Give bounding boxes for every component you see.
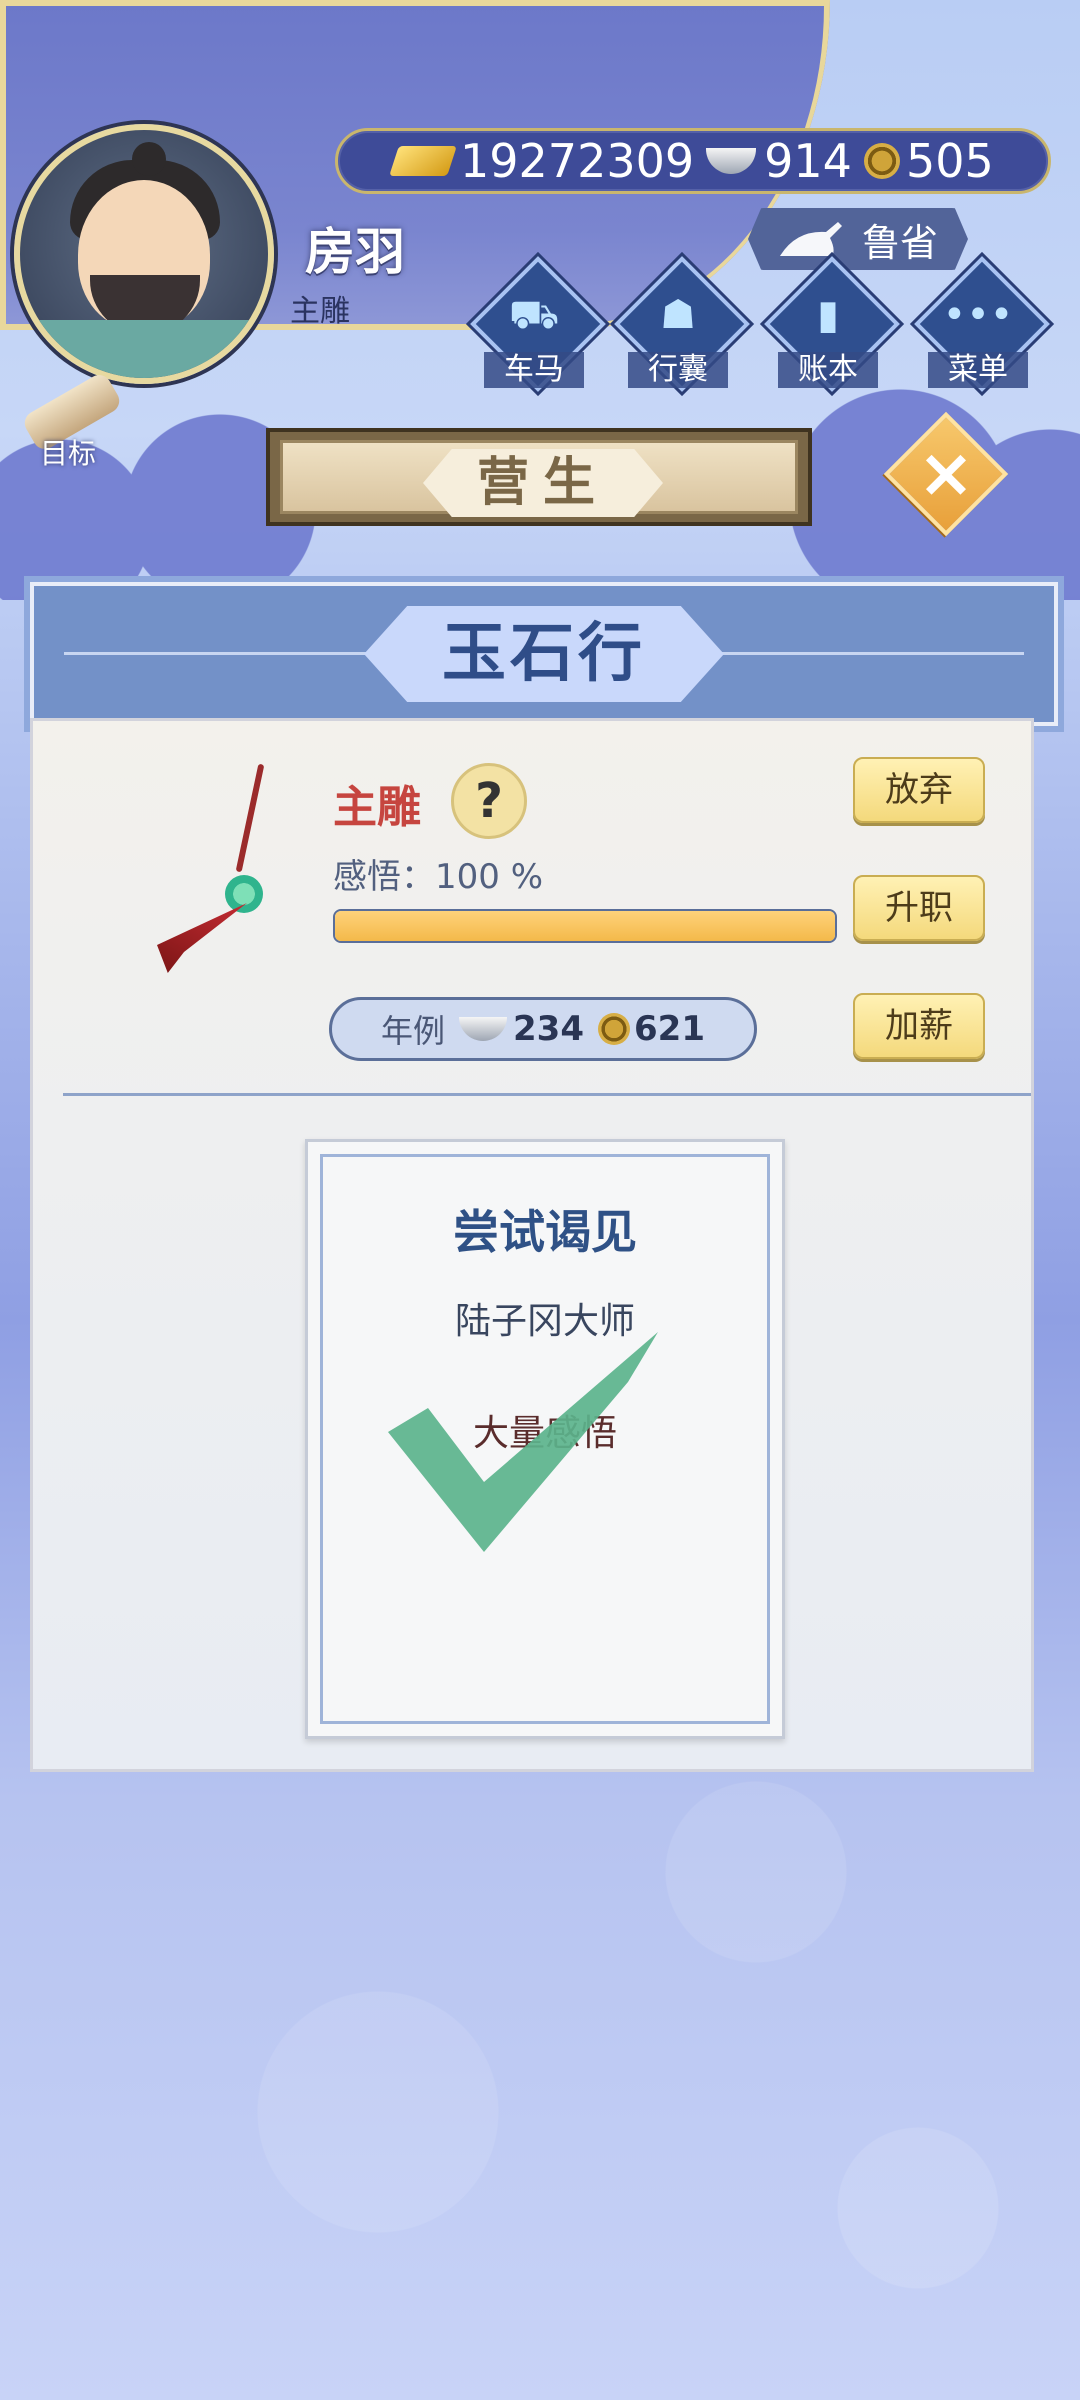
section-title: 营生	[423, 449, 663, 517]
help-button[interactable]: ?	[451, 763, 527, 839]
salary-silver: 234	[513, 1009, 584, 1049]
salary-copper: 621	[634, 1009, 705, 1049]
section-title-plaque: 营生	[266, 428, 812, 526]
pendant-jade	[225, 875, 263, 913]
job-panel: 主雕 ? 感悟：100 % 放弃 升职 加薪 年例 234 621 尝试谒见 陆…	[30, 718, 1034, 1772]
pendant-tassel	[157, 903, 247, 973]
silver-ingot-icon	[706, 148, 757, 174]
goal-button[interactable]: 目标	[18, 370, 138, 478]
avatar-bun	[132, 142, 166, 176]
gold-amount: 19272309	[460, 134, 695, 188]
ledger-label: 账本	[778, 352, 878, 388]
copper-coin-icon	[863, 143, 900, 179]
menu-icon: •••	[942, 292, 1014, 338]
shop-name: 玉石行	[364, 606, 724, 702]
insight-label: 感悟：100 %	[333, 857, 544, 897]
salary-label: 年例	[381, 1012, 446, 1050]
insight-progress-bar	[333, 909, 837, 943]
gold-ingot-icon	[389, 146, 457, 176]
annual-salary: 年例 234 621	[329, 997, 757, 1061]
region-badge[interactable]: 鲁省	[748, 208, 968, 270]
goal-label: 目标	[40, 437, 97, 470]
carriage-icon: ⛟	[508, 292, 560, 338]
region-icon	[780, 222, 842, 256]
copper-coin-icon	[598, 1013, 630, 1045]
job-name: 主雕	[333, 782, 421, 833]
silver-ingot-icon	[459, 1017, 508, 1041]
abandon-button[interactable]: 放弃	[853, 757, 985, 823]
player-name: 房羽	[305, 223, 405, 281]
copper-amount: 505	[905, 134, 994, 188]
insight-progress-fill	[335, 911, 835, 941]
jade-pendant-icon	[127, 763, 327, 1003]
ledger-icon: ▮	[816, 292, 839, 338]
shop-header: 玉石行	[30, 582, 1058, 726]
region-name: 鲁省	[861, 220, 938, 265]
carriage-label: 车马	[484, 352, 584, 388]
menu-button[interactable]: ••• 菜单	[914, 256, 1050, 392]
bundle-label: 行囊	[628, 352, 728, 388]
raise-salary-button[interactable]: 加薪	[853, 993, 985, 1059]
close-icon: ×	[917, 434, 975, 513]
player-avatar[interactable]	[14, 124, 274, 384]
carriage-button[interactable]: ⛟ 车马	[470, 256, 606, 392]
player-title: 主雕	[290, 294, 350, 329]
menu-label: 菜单	[928, 352, 1028, 388]
pendant-cord	[235, 763, 265, 873]
card-title: 尝试谒见	[453, 1205, 637, 1259]
promote-button[interactable]: 升职	[853, 875, 985, 941]
bundle-button[interactable]: ☗ 行囊	[614, 256, 750, 392]
ledger-button[interactable]: ▮ 账本	[764, 256, 900, 392]
currency-bar: 19272309 914 505	[335, 128, 1051, 194]
audience-task-card[interactable]: 尝试谒见 陆子冈大师 大量感悟	[305, 1139, 785, 1739]
section-title-inner: 营生	[280, 440, 798, 517]
avatar-robe	[20, 320, 268, 378]
panel-divider	[63, 1093, 1031, 1096]
bundle-icon: ☗	[660, 292, 696, 338]
silver-amount: 914	[764, 134, 852, 188]
checkmark-icon	[388, 1332, 658, 1552]
